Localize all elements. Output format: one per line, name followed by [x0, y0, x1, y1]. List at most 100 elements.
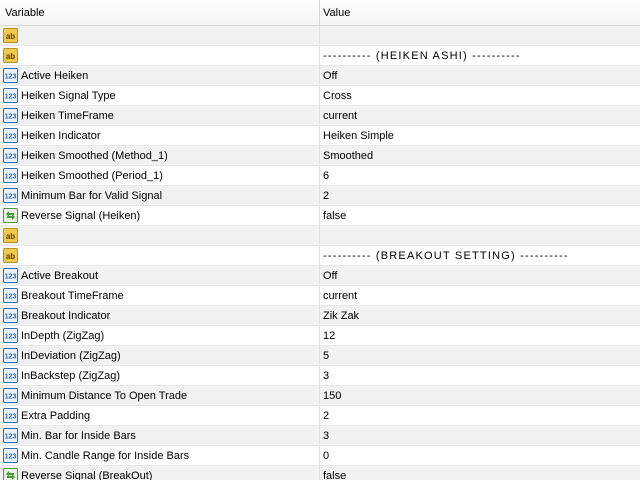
- variable-label: Reverse Signal (BreakOut): [21, 470, 153, 480]
- variable-cell[interactable]: 123 Heiken Smoothed (Method_1): [0, 146, 319, 165]
- value-cell[interactable]: 2: [319, 186, 640, 205]
- parameter-row-22[interactable]: Reverse Signal (BreakOut) false: [0, 466, 640, 480]
- parameter-row-0[interactable]: ab: [0, 26, 640, 46]
- parameter-row-4[interactable]: 123 Heiken TimeFrame current: [0, 106, 640, 126]
- variable-label: Breakout TimeFrame: [21, 290, 124, 302]
- value-cell[interactable]: 0: [319, 446, 640, 465]
- svg-text:123: 123: [5, 114, 17, 121]
- variable-cell[interactable]: Reverse Signal (BreakOut): [0, 466, 319, 480]
- parameter-row-7[interactable]: 123 Heiken Smoothed (Period_1) 6: [0, 166, 640, 186]
- value-cell[interactable]: false: [319, 466, 640, 480]
- inputs-grid: Variable Value ab ab ---------- (HEIKEN …: [0, 0, 640, 480]
- variable-cell[interactable]: 123 Minimum Distance To Open Trade: [0, 386, 319, 405]
- value-cell[interactable]: 150: [319, 386, 640, 405]
- value-cell[interactable]: [319, 26, 640, 45]
- svg-text:123: 123: [5, 194, 17, 201]
- value-cell[interactable]: Off: [319, 66, 640, 85]
- value-cell[interactable]: 5: [319, 346, 640, 365]
- value-cell[interactable]: Heiken Simple: [319, 126, 640, 145]
- number-param-icon: 123: [3, 348, 18, 363]
- value-cell[interactable]: Zik Zak: [319, 306, 640, 325]
- number-param-icon: 123: [3, 448, 18, 463]
- variable-cell[interactable]: 123 Minimum Bar for Valid Signal: [0, 186, 319, 205]
- variable-cell[interactable]: 123 Min. Candle Range for Inside Bars: [0, 446, 319, 465]
- section-separator-value[interactable]: ---------- (BREAKOUT SETTING) ----------: [319, 246, 640, 265]
- variable-cell[interactable]: 123 Active Heiken: [0, 66, 319, 85]
- parameter-row-6[interactable]: 123 Heiken Smoothed (Method_1) Smoothed: [0, 146, 640, 166]
- variable-cell[interactable]: 123 InBackstep (ZigZag): [0, 366, 319, 385]
- number-param-icon: 123: [3, 428, 18, 443]
- variable-cell[interactable]: ab: [0, 46, 319, 65]
- variable-cell[interactable]: ab: [0, 26, 319, 45]
- variable-cell[interactable]: Reverse Signal (Heiken): [0, 206, 319, 225]
- svg-text:123: 123: [5, 454, 17, 461]
- parameter-row-14[interactable]: 123 Breakout Indicator Zik Zak: [0, 306, 640, 326]
- variable-cell[interactable]: ab: [0, 226, 319, 245]
- parameter-row-8[interactable]: 123 Minimum Bar for Valid Signal 2: [0, 186, 640, 206]
- string-param-icon: ab: [3, 248, 18, 263]
- bool-param-icon: [3, 208, 18, 223]
- parameter-row-17[interactable]: 123 InBackstep (ZigZag) 3: [0, 366, 640, 386]
- svg-text:123: 123: [5, 354, 17, 361]
- parameter-row-19[interactable]: 123 Extra Padding 2: [0, 406, 640, 426]
- variable-label: Breakout Indicator: [21, 310, 111, 322]
- number-param-icon: 123: [3, 288, 18, 303]
- variable-cell[interactable]: 123 InDepth (ZigZag): [0, 326, 319, 345]
- variable-label: Heiken Signal Type: [21, 90, 116, 102]
- parameter-row-3[interactable]: 123 Heiken Signal Type Cross: [0, 86, 640, 106]
- column-header-value[interactable]: Value: [319, 0, 640, 25]
- variable-cell[interactable]: 123 Heiken Indicator: [0, 126, 319, 145]
- bool-param-icon: [3, 468, 18, 480]
- number-param-icon: 123: [3, 388, 18, 403]
- parameter-row-16[interactable]: 123 InDeviation (ZigZag) 5: [0, 346, 640, 366]
- svg-text:ab: ab: [6, 32, 15, 41]
- value-cell[interactable]: current: [319, 286, 640, 305]
- value-cell[interactable]: false: [319, 206, 640, 225]
- column-header-variable[interactable]: Variable: [0, 0, 319, 25]
- value-cell[interactable]: Off: [319, 266, 640, 285]
- parameter-row-20[interactable]: 123 Min. Bar for Inside Bars 3: [0, 426, 640, 446]
- parameter-row-11[interactable]: ab ---------- (BREAKOUT SETTING) -------…: [0, 246, 640, 266]
- value-cell[interactable]: 3: [319, 366, 640, 385]
- parameter-row-18[interactable]: 123 Minimum Distance To Open Trade 150: [0, 386, 640, 406]
- parameter-row-12[interactable]: 123 Active Breakout Off: [0, 266, 640, 286]
- svg-text:123: 123: [5, 154, 17, 161]
- value-cell[interactable]: [319, 226, 640, 245]
- variable-cell[interactable]: 123 Min. Bar for Inside Bars: [0, 426, 319, 445]
- variable-label: Active Breakout: [21, 270, 99, 282]
- value-cell[interactable]: 12: [319, 326, 640, 345]
- variable-cell[interactable]: 123 Active Breakout: [0, 266, 319, 285]
- parameter-row-15[interactable]: 123 InDepth (ZigZag) 12: [0, 326, 640, 346]
- number-param-icon: 123: [3, 168, 18, 183]
- parameter-row-9[interactable]: Reverse Signal (Heiken) false: [0, 206, 640, 226]
- parameter-row-5[interactable]: 123 Heiken Indicator Heiken Simple: [0, 126, 640, 146]
- variable-cell[interactable]: 123 InDeviation (ZigZag): [0, 346, 319, 365]
- value-cell[interactable]: 2: [319, 406, 640, 425]
- svg-text:123: 123: [5, 414, 17, 421]
- variable-cell[interactable]: 123 Extra Padding: [0, 406, 319, 425]
- svg-text:ab: ab: [6, 232, 15, 241]
- value-cell[interactable]: 6: [319, 166, 640, 185]
- variable-label: Heiken TimeFrame: [21, 110, 114, 122]
- variable-cell[interactable]: 123 Breakout Indicator: [0, 306, 319, 325]
- variable-cell[interactable]: 123 Heiken Signal Type: [0, 86, 319, 105]
- parameter-row-1[interactable]: ab ---------- (HEIKEN ASHI) ----------: [0, 46, 640, 66]
- number-param-icon: 123: [3, 108, 18, 123]
- value-cell[interactable]: Smoothed: [319, 146, 640, 165]
- variable-cell[interactable]: 123 Breakout TimeFrame: [0, 286, 319, 305]
- value-cell[interactable]: Cross: [319, 86, 640, 105]
- parameter-row-21[interactable]: 123 Min. Candle Range for Inside Bars 0: [0, 446, 640, 466]
- value-cell[interactable]: 3: [319, 426, 640, 445]
- variable-cell[interactable]: 123 Heiken TimeFrame: [0, 106, 319, 125]
- value-cell[interactable]: current: [319, 106, 640, 125]
- variable-cell[interactable]: ab: [0, 246, 319, 265]
- svg-text:123: 123: [5, 334, 17, 341]
- parameter-row-2[interactable]: 123 Active Heiken Off: [0, 66, 640, 86]
- parameter-row-10[interactable]: ab: [0, 226, 640, 246]
- svg-text:123: 123: [5, 434, 17, 441]
- section-separator-value[interactable]: ---------- (HEIKEN ASHI) ----------: [319, 46, 640, 65]
- variable-cell[interactable]: 123 Heiken Smoothed (Period_1): [0, 166, 319, 185]
- variable-label: Minimum Distance To Open Trade: [21, 390, 188, 402]
- parameter-row-13[interactable]: 123 Breakout TimeFrame current: [0, 286, 640, 306]
- variable-label: Reverse Signal (Heiken): [21, 210, 141, 222]
